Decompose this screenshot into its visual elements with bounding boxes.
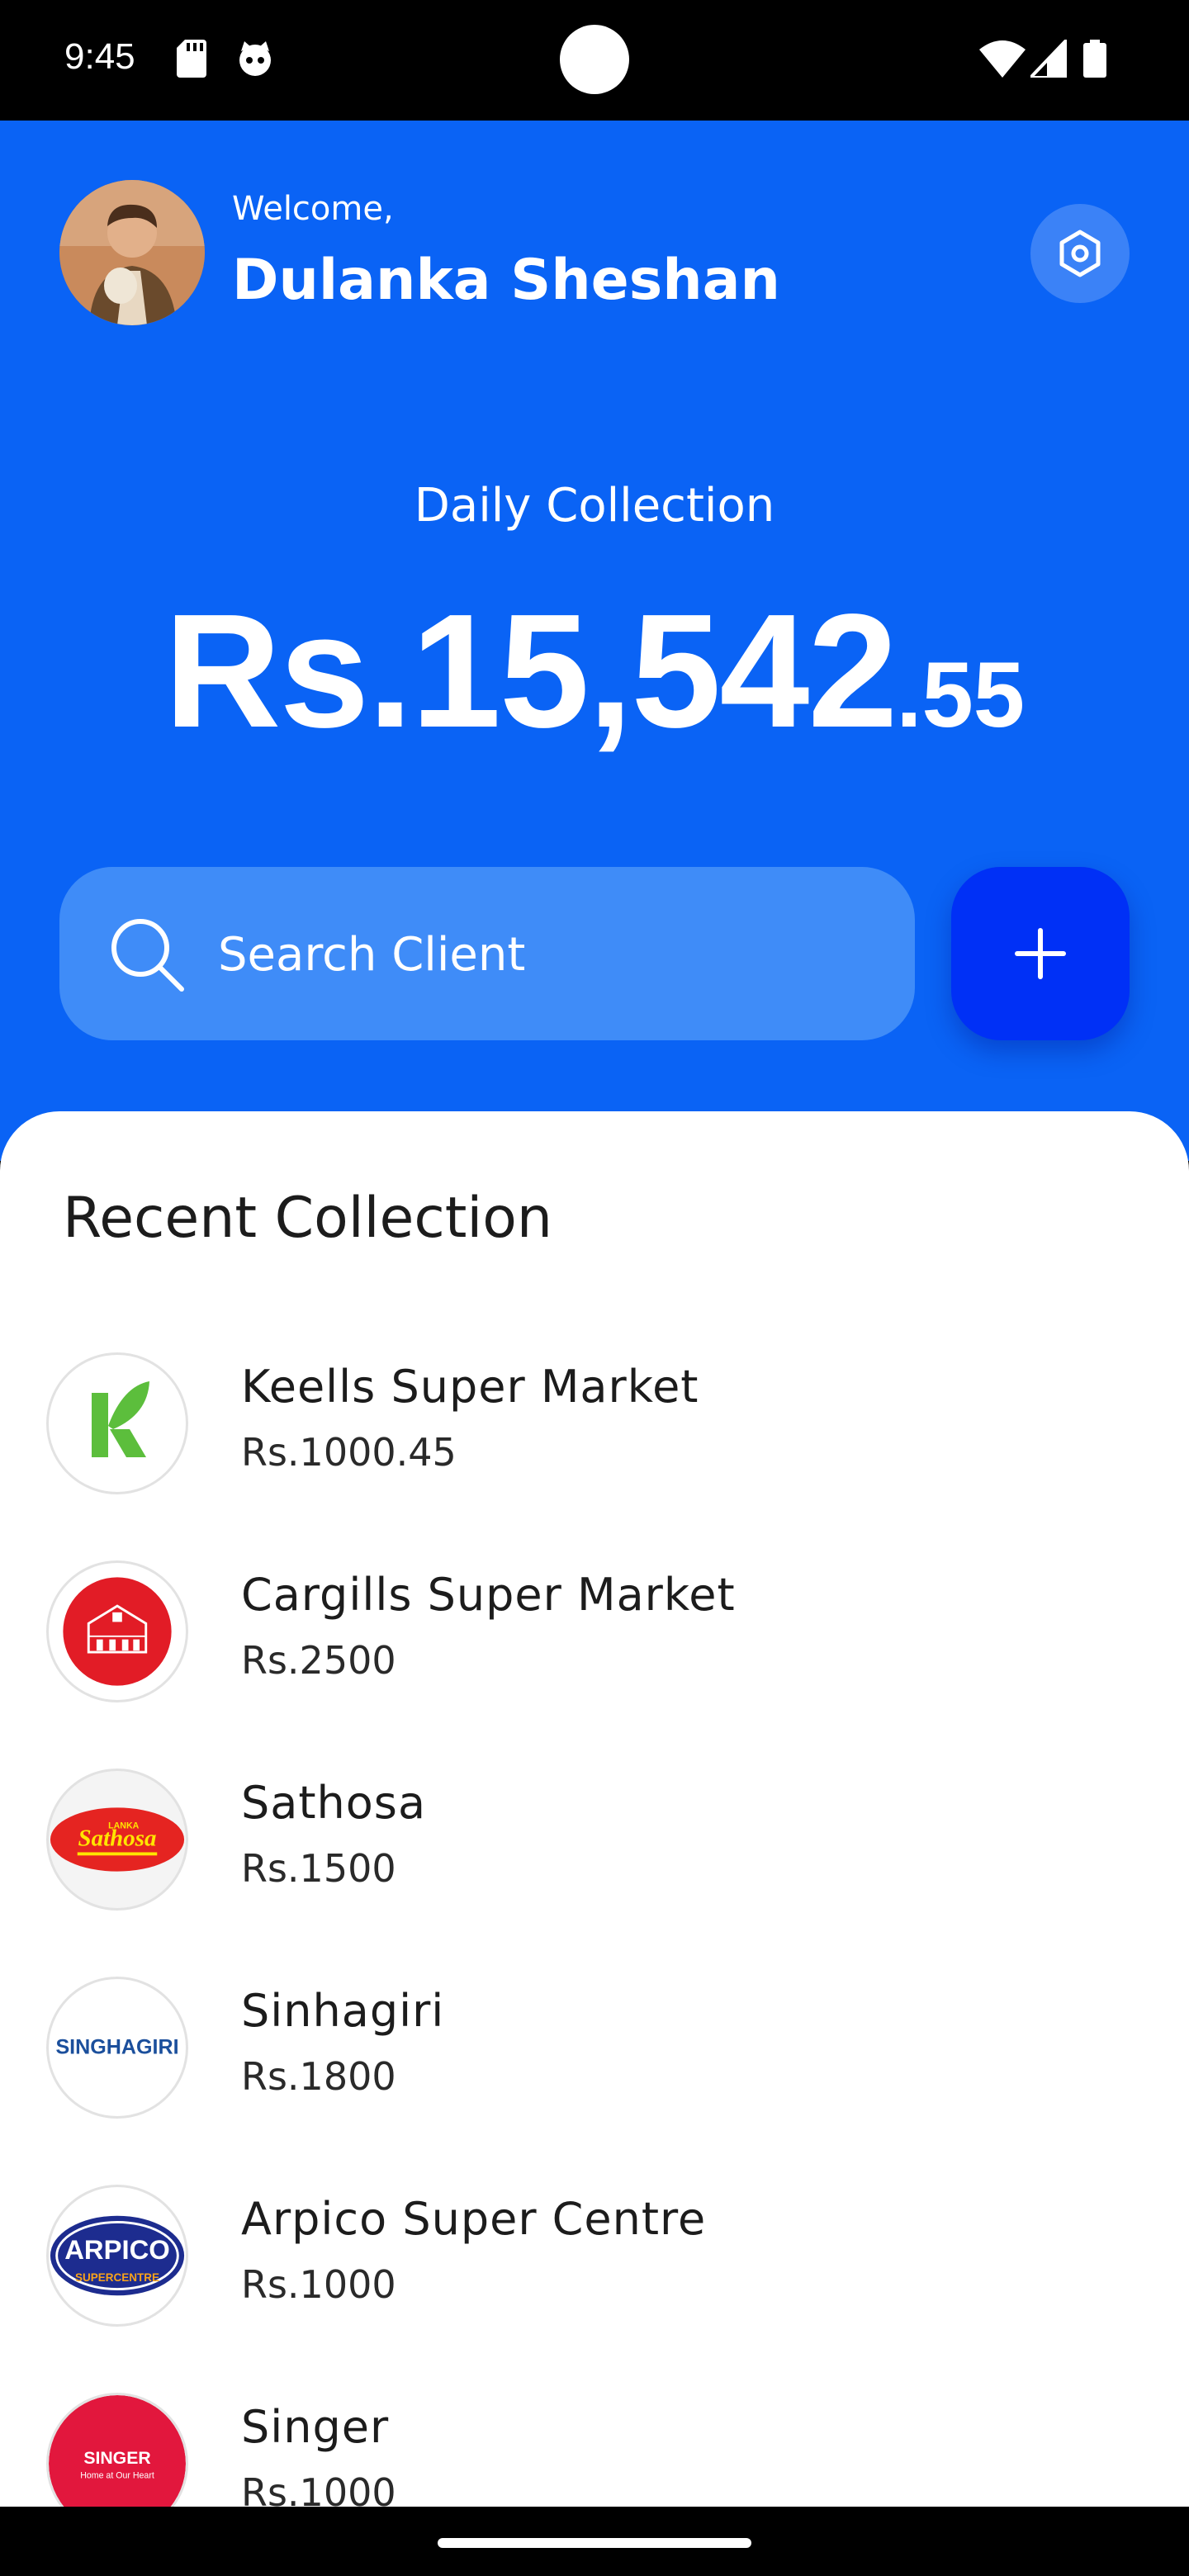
item-amount: Rs.1000 — [241, 2262, 396, 2307]
status-bar: 9:45 — [0, 0, 1189, 121]
welcome-text: Welcome, — [232, 190, 394, 228]
item-amount: Rs.1000.45 — [241, 1430, 457, 1475]
sathosa-logo-text: Sathosa — [78, 1825, 157, 1852]
singhagiri-logo: SINGHAGIRI — [46, 1977, 188, 2119]
list-item[interactable]: SINGER Home at Our Heart Singer Rs.1000 — [0, 2393, 1189, 2507]
search-icon — [111, 919, 184, 992]
recent-collection-title: Recent Collection — [63, 1186, 552, 1251]
sd-card-icon — [177, 40, 206, 78]
singhagiri-logo-text: SINGHAGIRI — [55, 2036, 178, 2059]
item-amount: Rs.1500 — [241, 1846, 396, 1891]
settings-hexagon-icon — [1059, 230, 1101, 277]
item-name: Singer — [241, 2401, 390, 2453]
navigation-bar — [0, 2507, 1189, 2576]
add-client-button[interactable] — [951, 867, 1130, 1040]
item-name: Keells Super Market — [241, 1361, 699, 1413]
keells-logo — [46, 1352, 188, 1494]
daily-collection-label: Daily Collection — [414, 479, 775, 533]
arpico-logo: ARPICO SUPERCENTRE — [46, 2185, 188, 2327]
signal-icon — [1030, 40, 1067, 78]
user-name: Dulanka Sheshan — [232, 248, 780, 313]
user-avatar-image — [59, 180, 205, 325]
plus-icon — [1015, 928, 1066, 979]
list-item[interactable]: LANKA Sathosa Sathosa Rs.1500 — [0, 1769, 1189, 1934]
amount-main: Rs.15,542 — [163, 580, 898, 761]
wifi-icon — [979, 40, 1026, 78]
item-amount: Rs.1800 — [241, 2054, 396, 2099]
item-name: Cargills Super Market — [241, 1569, 736, 1621]
cat-face-icon — [239, 41, 271, 76]
search-placeholder: Search Client — [218, 928, 526, 982]
list-item[interactable]: Keells Super Market Rs.1000.45 — [0, 1352, 1189, 1518]
sathosa-logo: LANKA Sathosa — [46, 1769, 188, 1911]
singer-logo-text: SINGER — [83, 2449, 150, 2468]
item-amount: Rs.2500 — [241, 1638, 396, 1683]
settings-button[interactable] — [1030, 204, 1130, 303]
status-time: 9:45 — [64, 36, 135, 77]
list-item[interactable]: ARPICO SUPERCENTRE Arpico Super Centre R… — [0, 2185, 1189, 2350]
search-client-field[interactable]: Search Client — [59, 867, 915, 1040]
list-item[interactable]: Cargills Super Market Rs.2500 — [0, 1560, 1189, 1726]
item-amount: Rs.1000 — [241, 2470, 396, 2507]
daily-collection-amount: Rs.15,542.55 — [0, 578, 1189, 764]
item-name: Sinhagiri — [241, 1985, 445, 2037]
avatar[interactable] — [59, 180, 205, 325]
camera-cutout — [560, 25, 629, 94]
item-name: Sathosa — [241, 1777, 427, 1829]
arpico-logo-subtext: SUPERCENTRE — [75, 2271, 159, 2284]
home-gesture-handle[interactable] — [438, 2538, 751, 2548]
singer-logo-subtext: Home at Our Heart — [80, 2470, 154, 2480]
item-name: Arpico Super Centre — [241, 2193, 707, 2245]
recent-collection-sheet[interactable]: Recent Collection Keells Super Market Rs… — [0, 1111, 1189, 2507]
amount-cents: .55 — [896, 643, 1026, 746]
list-item[interactable]: SINGHAGIRI Sinhagiri Rs.1800 — [0, 1977, 1189, 2142]
cargills-logo — [46, 1560, 188, 1702]
singer-logo: SINGER Home at Our Heart — [46, 2393, 188, 2507]
arpico-logo-text: ARPICO — [64, 2234, 170, 2265]
battery-icon — [1083, 40, 1106, 78]
